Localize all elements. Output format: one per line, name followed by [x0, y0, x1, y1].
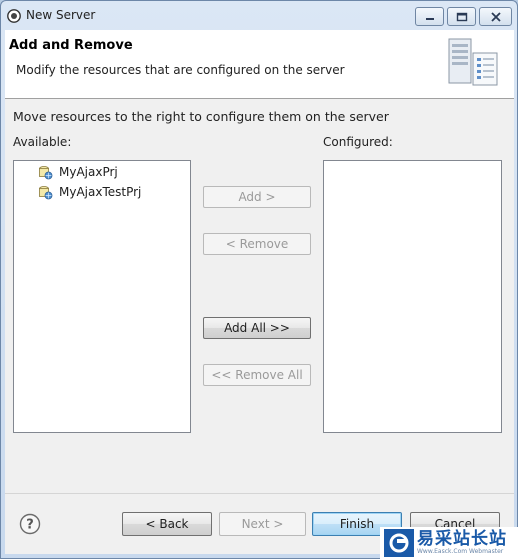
wizard-banner: Add and Remove Modify the resources that…	[5, 30, 514, 99]
watermark-logo-icon	[384, 529, 414, 557]
new-server-window: New Server Add and Remove Modify the res…	[0, 0, 518, 559]
close-button[interactable]	[479, 7, 512, 26]
banner-title: Add and Remove	[9, 38, 133, 53]
list-item[interactable]: MyAjaxPrj	[38, 163, 118, 181]
title-bar[interactable]: New Server	[1, 1, 517, 31]
list-item-label: MyAjaxPrj	[59, 165, 118, 179]
add-button[interactable]: Add >	[203, 186, 311, 208]
instruction-text: Move resources to the right to configure…	[13, 109, 389, 124]
banner-description: Modify the resources that are configured…	[16, 63, 345, 77]
list-item[interactable]: MyAjaxTestPrj	[38, 183, 141, 201]
remove-button[interactable]: < Remove	[203, 233, 311, 255]
watermark-title: 易采站长站	[417, 529, 507, 549]
remove-all-button[interactable]: << Remove All	[203, 364, 311, 386]
eclipse-app-icon	[7, 9, 21, 23]
configured-label: Configured:	[323, 135, 393, 149]
close-icon	[490, 11, 501, 22]
dialog-client-area: Add and Remove Modify the resources that…	[5, 30, 514, 554]
svg-text:?: ?	[26, 518, 34, 533]
list-item-label: MyAjaxTestPrj	[59, 185, 142, 199]
watermark-subtitle: Www.Easck.Com Webmaster	[417, 548, 504, 555]
maximize-button[interactable]	[447, 7, 476, 26]
configured-list[interactable]	[323, 160, 502, 433]
site-watermark: 易采站长站 Www.Easck.Com Webmaster	[380, 527, 518, 559]
watermark-text-block: 易采站长站 Www.Easck.Com Webmaster	[417, 530, 507, 556]
next-button[interactable]: Next >	[219, 512, 306, 536]
minimize-icon	[425, 17, 434, 20]
web-project-icon	[39, 165, 53, 179]
server-icon	[448, 38, 498, 86]
minimize-button[interactable]	[415, 7, 444, 26]
window-title: New Server	[26, 8, 96, 22]
back-button[interactable]: < Back	[122, 512, 212, 536]
available-label: Available:	[13, 135, 72, 149]
available-list[interactable]: MyAjaxPrj MyAjaxTestPrj	[13, 160, 191, 433]
help-icon[interactable]: ?	[19, 513, 41, 535]
web-project-icon	[39, 185, 53, 199]
add-all-button[interactable]: Add All >>	[203, 317, 311, 339]
footer-separator	[5, 493, 514, 494]
maximize-icon	[456, 12, 467, 21]
